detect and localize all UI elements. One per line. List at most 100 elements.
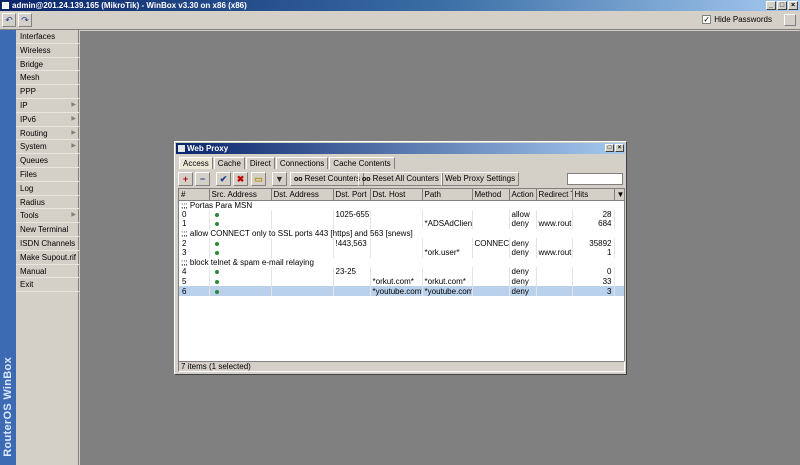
cell-spacer	[614, 219, 624, 229]
enable-button[interactable]: ✔	[216, 172, 231, 186]
column-header[interactable]: Action	[509, 189, 537, 201]
undo-button[interactable]: ↶	[2, 13, 16, 27]
sidebar-item-make-supout-rif[interactable]: Make Supout.rif	[16, 251, 79, 265]
sidebar-item-isdn-channels[interactable]: ISDN Channels	[16, 237, 79, 251]
table-row[interactable]: 3 *ork.user* denywww.rout...1	[179, 247, 624, 258]
reset-counters-button[interactable]: oo Reset Counters	[290, 172, 365, 186]
add-button[interactable]: +	[178, 172, 193, 186]
cell-redirect	[536, 286, 573, 296]
sidebar-item-label: Queues	[20, 156, 49, 166]
sidebar-item-exit[interactable]: Exit	[16, 278, 79, 293]
filter-button[interactable]: ▼	[272, 172, 287, 186]
cell-dst	[271, 247, 334, 258]
tab-access[interactable]: Access	[179, 157, 213, 169]
sidebar-item-label: Manual	[20, 266, 47, 276]
tab-connections[interactable]: Connections	[275, 157, 329, 169]
sidebar-item-queues[interactable]: Queues	[16, 154, 79, 168]
column-header[interactable]: Src. Address	[209, 189, 272, 201]
redo-button[interactable]: ↷	[18, 13, 32, 27]
table-row[interactable]: 4 23-25 deny 0	[179, 267, 624, 277]
web-proxy-tabs: Access Cache Direct Connections Cache Conten…	[179, 157, 396, 169]
comment-button[interactable]: ▭	[251, 172, 266, 186]
cell-path: *youtube.com*	[422, 286, 473, 296]
tab-cache-contents[interactable]: Cache Contents	[329, 157, 395, 169]
column-header[interactable]: Dst. Host	[370, 189, 423, 201]
find-input[interactable]	[567, 173, 623, 185]
table-row[interactable]: 5 *orkut.com* *orkut.com* deny 33	[179, 276, 624, 287]
sidebar-item-ip[interactable]: IP ▶	[16, 99, 79, 113]
comment-row[interactable]: ;;; block telnet & spam e-mail relaying	[179, 257, 624, 268]
cell-method	[472, 247, 510, 258]
cell-src	[209, 267, 272, 277]
hide-passwords-checkbox[interactable]: ✓	[702, 15, 712, 24]
comment-row[interactable]: ;;; Portas Para MSN	[179, 200, 624, 210]
filter-icon: ▼	[275, 174, 284, 184]
window-icon	[178, 145, 185, 152]
enabled-status-icon	[214, 280, 219, 285]
web-proxy-settings-button[interactable]: Web Proxy Settings	[441, 172, 520, 186]
cell-src	[209, 209, 272, 220]
column-header[interactable]: Path	[422, 189, 473, 201]
column-header[interactable]: Dst. Port	[333, 189, 371, 201]
column-header[interactable]: #	[179, 189, 210, 201]
cell-spacer	[614, 286, 624, 296]
cell-action: deny	[509, 247, 537, 258]
sidebar-item-mesh[interactable]: Mesh	[16, 71, 79, 86]
table-row[interactable]: 6 *youtube.com* *youtube.com* deny 3	[179, 286, 624, 296]
cell-src	[209, 276, 272, 287]
column-header[interactable]: Method	[472, 189, 510, 201]
enabled-status-icon	[214, 251, 219, 256]
comment-row[interactable]: ;;; allow CONNECT only to SSL ports 443 …	[179, 228, 624, 239]
sidebar-item-label: Tools	[20, 211, 39, 221]
sidebar-item-tools[interactable]: Tools ▶	[16, 209, 79, 224]
sidebar-item-files[interactable]: Files	[16, 168, 79, 182]
maximize-button[interactable]: □	[777, 1, 787, 10]
column-header[interactable]: Hits	[572, 189, 615, 201]
cell-action: deny	[509, 286, 537, 296]
sidebar-item-ipv6[interactable]: IPv6 ▶	[16, 113, 79, 127]
table-row[interactable]: 2 !443,563 CONNECTdeny 35892	[179, 238, 624, 248]
web-proxy-restore-button[interactable]: □	[605, 144, 614, 152]
table-row[interactable]: 1 *ADSAdClient... denywww.rout...684	[179, 219, 624, 229]
cell-path: *ork.user*	[422, 247, 473, 258]
sidebar-item-wireless[interactable]: Wireless	[16, 44, 79, 58]
cell-hits: 0	[572, 267, 615, 277]
cell-idx: 0	[179, 209, 210, 220]
column-header[interactable]: Dst. Address	[271, 189, 334, 201]
web-proxy-title-bar[interactable]: Web Proxy □ ×	[176, 143, 625, 154]
sidebar-item-radius[interactable]: Radius	[16, 196, 79, 210]
redo-icon: ↷	[21, 15, 29, 25]
cell-port	[333, 276, 371, 287]
sidebar-item-routing[interactable]: Routing ▶	[16, 127, 79, 141]
web-proxy-window: Web Proxy □ × Access Cache Direct Connectio…	[174, 141, 627, 375]
sidebar-item-new-terminal[interactable]: New Terminal	[16, 223, 79, 237]
sidebar-item-log[interactable]: Log	[16, 182, 79, 196]
sidebar-item-system[interactable]: System ▶	[16, 140, 79, 155]
main-toolbar: ↶ ↷ ✓ Hide Passwords	[0, 11, 800, 30]
tab-direct[interactable]: Direct	[245, 157, 275, 169]
sidebar-item-label: Exit	[20, 280, 34, 290]
cell-redirect: www.rout...	[536, 247, 573, 258]
sidebar-item-bridge[interactable]: Bridge	[16, 58, 79, 72]
cell-idx: 2	[179, 238, 210, 248]
remove-button[interactable]: −	[195, 172, 210, 186]
reset-all-counters-button[interactable]: oo Reset All Counters	[358, 172, 443, 186]
table-row[interactable]: 0 1025-655... allow 28	[179, 209, 624, 220]
sidebar-item-ppp[interactable]: PPP	[16, 85, 79, 99]
web-proxy-close-button[interactable]: ×	[615, 144, 624, 152]
toolbar-end-button[interactable]	[784, 14, 796, 26]
enabled-status-icon	[214, 241, 219, 246]
cell-method	[472, 267, 510, 277]
sidebar-item-interfaces[interactable]: Interfaces	[16, 30, 79, 44]
cell-idx: 1	[179, 219, 210, 229]
hide-passwords-control[interactable]: ✓ Hide Passwords	[702, 15, 772, 24]
sidebar-item-label: Mesh	[20, 73, 40, 83]
column-chooser-icon[interactable]: ▼	[614, 189, 624, 201]
close-button[interactable]: ×	[788, 1, 798, 10]
minimize-button[interactable]: _	[766, 1, 776, 10]
sidebar-item-manual[interactable]: Manual	[16, 265, 79, 279]
column-header[interactable]: Redirect To	[536, 189, 573, 201]
disable-button[interactable]: ✖	[233, 172, 248, 186]
tab-cache[interactable]: Cache	[213, 157, 245, 169]
cell-dst	[271, 219, 334, 229]
